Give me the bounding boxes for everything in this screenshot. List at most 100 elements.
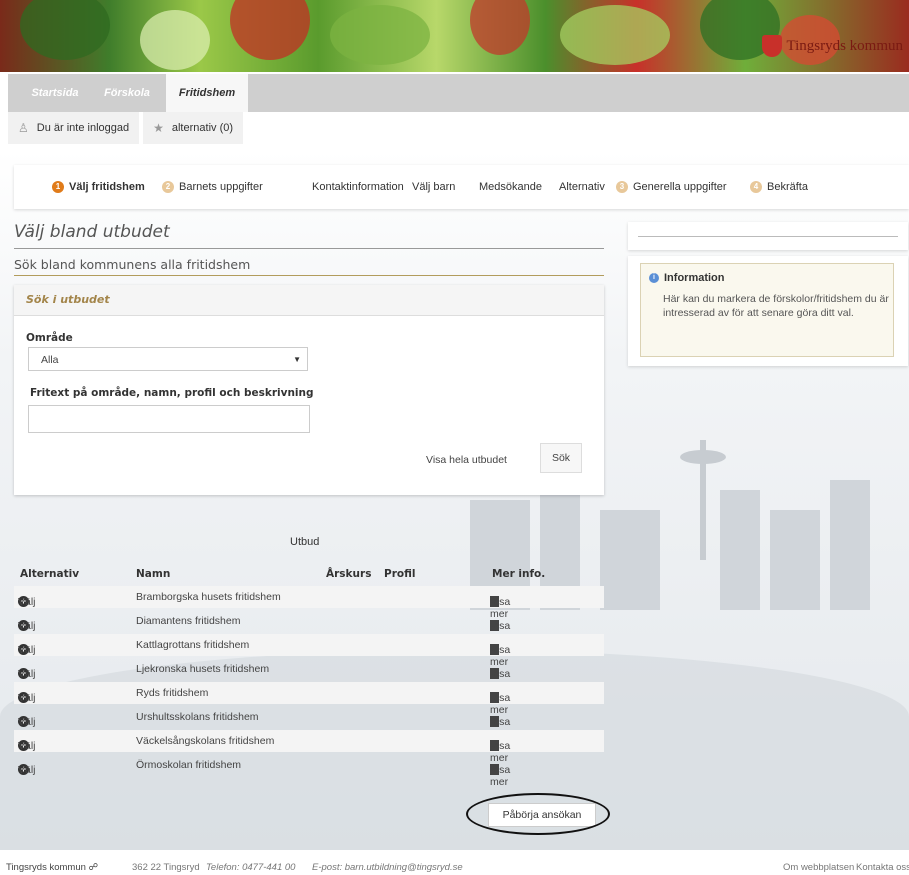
select-label: Välj — [18, 740, 36, 752]
footer-phone: Telefon: 0477-441 00 — [206, 862, 296, 873]
page-subtitle: Sök bland kommunens alla fritidshem — [14, 257, 604, 276]
show-more-link[interactable]: Visa mer — [490, 615, 510, 644]
footer-contact-link[interactable]: Kontakta oss — [856, 862, 909, 873]
show-more-link[interactable]: Visa mer — [490, 687, 510, 716]
municipality-logo[interactable]: Tingsryds kommun — [762, 30, 903, 62]
table-row: +VäljLjekronska husets fritidshemVisa me… — [14, 658, 604, 692]
login-status-label: Du är inte inloggad — [36, 122, 130, 134]
info-title: i Information — [649, 272, 725, 284]
table-row: + Välj Väckelsångskolans fritidshem Visa me… — [14, 730, 604, 764]
step-label: Medsökande — [479, 181, 542, 193]
table-caption: Utbud — [290, 536, 320, 548]
step-label: Barnets uppgifter — [179, 181, 263, 193]
step-number-icon: 1 — [52, 181, 64, 193]
step-number-icon: 2 — [162, 181, 174, 193]
info-box: i Information Här kan du markera de förs… — [640, 263, 894, 357]
footer: Tingsryds kommun ☍ 362 22 Tingsryd Telef… — [0, 850, 909, 875]
freetext-input[interactable] — [28, 405, 310, 433]
logo-text: Tingsryds kommun — [786, 38, 903, 54]
freetext-label: Fritext på område, namn, profil och besk… — [30, 387, 314, 399]
step-label: Kontaktinformation — [312, 181, 404, 193]
info-text: Här kan du markera de förskolor/fritidsh… — [663, 293, 889, 319]
area-select[interactable]: Alla ▼ — [28, 347, 308, 371]
info-panel: i Information Här kan du markera de förs… — [628, 256, 908, 366]
facility-name: Urshultsskolans fritidshem — [136, 711, 259, 723]
alternatives-label: alternativ (0) — [171, 122, 234, 134]
login-status[interactable]: ♙ Du är inte inloggad — [8, 112, 140, 144]
col-namn: Namn — [136, 568, 171, 580]
footer-address: 362 22 Tingsryd — [132, 862, 200, 873]
col-mer-info: Mer info. — [492, 568, 546, 580]
step-valj-barn[interactable]: Välj barn — [412, 165, 455, 209]
star-icon: ★ — [153, 121, 164, 135]
col-profil: Profil — [384, 568, 416, 580]
tab-startsida[interactable]: Startsida — [26, 74, 84, 112]
step-label: Alternativ — [559, 181, 605, 193]
select-label: Välj — [18, 668, 36, 680]
select-label: Välj — [18, 596, 36, 608]
select-label: Välj — [18, 620, 36, 632]
page-title: Välj bland utbudet — [14, 222, 604, 249]
show-more-link[interactable]: Visa mer — [490, 591, 510, 620]
col-alternativ: Alternativ — [20, 568, 80, 580]
step-bekrafta[interactable]: 4 Bekräfta — [750, 165, 808, 209]
caret-down-icon: ▼ — [293, 355, 301, 364]
col-arskurs: Årskurs — [326, 568, 372, 580]
show-more-link[interactable]: Visa mer — [490, 735, 510, 764]
show-all-link[interactable]: Visa hela utbudet — [426, 454, 507, 466]
tab-fritidshem[interactable]: Fritidshem — [166, 74, 248, 112]
step-number-icon: 3 — [616, 181, 628, 193]
user-icon: ♙ — [18, 121, 29, 135]
link-icon: ☍ — [88, 862, 99, 873]
select-label: Välj — [18, 716, 36, 728]
step-valj-fritidshem[interactable]: 1 Välj fritidshem — [52, 165, 145, 209]
search-button[interactable]: Sök — [540, 443, 582, 473]
tab-forskola[interactable]: Förskola — [98, 74, 156, 112]
coat-of-arms-icon — [762, 35, 783, 57]
area-select-value: Alla — [41, 354, 59, 366]
facility-name: Kattlagrottans fritidshem — [136, 639, 250, 651]
table-row: +VäljDiamantens fritidshemVisa mer — [14, 610, 604, 644]
step-number-icon: 4 — [750, 181, 762, 193]
footer-org: Tingsryds kommun ☍ — [6, 862, 99, 873]
footer-about-link[interactable]: Om webbplatsen — [783, 862, 854, 873]
step-kontaktinformation[interactable]: Kontaktinformation — [312, 165, 404, 209]
table-row: + Välj Ryds fritidshem Visa mer — [14, 682, 604, 716]
select-label: Välj — [18, 644, 36, 656]
step-alternativ[interactable]: Alternativ — [559, 165, 605, 209]
show-more-link[interactable]: Visa mer — [490, 759, 510, 788]
show-more-label: Visa mer — [490, 764, 511, 788]
step-generella-uppgifter[interactable]: 3 Generella uppgifter — [616, 165, 727, 209]
facility-name: Väckelsångskolans fritidshem — [136, 735, 275, 747]
facility-name: Diamantens fritidshem — [136, 615, 241, 627]
area-label: Område — [26, 332, 73, 344]
sidebar-top-box — [628, 222, 908, 250]
table-row: +VäljUrshultsskolans fritidshemVisa mer — [14, 706, 604, 740]
alternatives-link[interactable]: ★ alternativ (0) — [143, 112, 244, 144]
step-barnets-uppgifter[interactable]: 2 Barnets uppgifter — [162, 165, 263, 209]
progress-steps: 1 Välj fritidshem 2 Barnets uppgifter Ko… — [14, 165, 909, 209]
show-more-link[interactable]: Visa mer — [490, 663, 510, 692]
show-more-link[interactable]: Visa mer — [490, 639, 510, 668]
step-label: Bekräfta — [767, 181, 808, 193]
table-row: + Välj Bramborgska husets fritidshem Visa m… — [14, 586, 604, 620]
step-medsokande[interactable]: Medsökande — [479, 165, 542, 209]
header-banner: Tingsryds kommun — [0, 0, 909, 72]
table-header: Alternativ Namn Årskurs Profil Mer info. — [14, 566, 604, 584]
main-nav: Startsida Förskola Fritidshem — [8, 74, 909, 112]
highlight-circle — [466, 793, 610, 835]
show-more-link[interactable]: Visa mer — [490, 711, 510, 740]
table-row: + Välj Kattlagrottans fritidshem Visa mer — [14, 634, 604, 668]
select-label: Välj — [18, 692, 36, 704]
select-label: Välj — [18, 764, 36, 776]
info-title-label: Information — [664, 272, 725, 284]
search-panel-header: Sök i utbudet — [14, 285, 604, 316]
info-icon: i — [649, 273, 659, 283]
search-panel: Sök i utbudet Område Alla ▼ Fritext på o… — [14, 285, 604, 495]
footer-email[interactable]: E-post: barn.utbildning@tingsryd.se — [312, 862, 463, 873]
step-label: Välj fritidshem — [69, 181, 145, 193]
facility-name: Örmoskolan fritidshem — [136, 759, 242, 771]
facility-name: Ryds fritidshem — [136, 687, 209, 699]
step-label: Generella uppgifter — [633, 181, 727, 193]
facility-name: Ljekronska husets fritidshem — [136, 663, 270, 675]
